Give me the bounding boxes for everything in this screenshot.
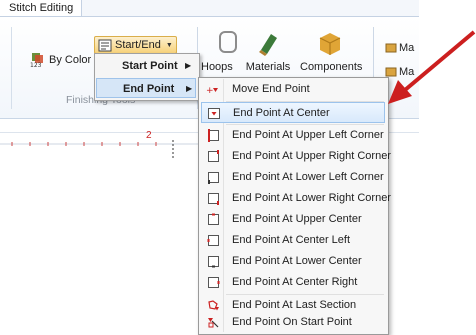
menu-item-label: End Point At Upper Left Corner: [232, 129, 384, 141]
menu-item-label: Move End Point: [232, 83, 310, 95]
menu-item-label: End Point At Lower Left Corner: [232, 171, 384, 183]
start-end-icon: [98, 39, 112, 51]
ruler-mark: 2: [146, 130, 152, 141]
center-left-icon: [207, 235, 219, 246]
center-icon: [208, 108, 220, 119]
end-point-dropdown: + Move End Point End Point At Center End…: [198, 77, 391, 335]
by-color-icon: 123: [30, 53, 43, 68]
lower-center-icon: [208, 256, 219, 268]
upper-center-icon: [208, 213, 219, 225]
menu-item-label: End Point At Center Right: [232, 276, 358, 288]
svg-text:+: +: [206, 86, 214, 96]
menu-item-end-point-at-center-left[interactable]: End Point At Center Left: [201, 230, 385, 251]
menu-item-label: End Point At Lower Right Corner: [232, 192, 391, 204]
menu-item-end-point-at-center[interactable]: End Point At Center: [201, 102, 385, 123]
components-label: Components: [300, 61, 363, 73]
menu-item-label: End Point At Center Left: [232, 234, 351, 246]
menu-item-end-point-at-lower-right-corner[interactable]: End Point At Lower Right Corner: [201, 188, 391, 209]
menu-item-end-point-at-upper-right-corner[interactable]: End Point At Upper Right Corner: [201, 146, 391, 167]
materials-label: Materials: [245, 61, 291, 73]
tab-stitch-editing[interactable]: Stitch Editing: [0, 0, 83, 16]
upper-right-icon: [208, 150, 219, 162]
center-right-icon: [208, 277, 220, 288]
menu-item-end-point-on-start-point[interactable]: End Point On Start Point: [201, 312, 385, 333]
red-arrow-icon: [388, 30, 476, 104]
menu-item-end-point-label: End Point: [123, 83, 175, 95]
menu-item-end-point-at-lower-left-corner[interactable]: End Point At Lower Left Corner: [201, 167, 385, 188]
upper-left-icon: [208, 129, 219, 142]
by-color-label: By Color: [49, 54, 92, 66]
materials-icon: [259, 34, 277, 56]
move-end-point-icon: +: [206, 86, 218, 96]
ribbon-tab-strip: Stitch Editing: [0, 0, 419, 17]
start-end-button[interactable]: Start/End ▼: [94, 36, 177, 54]
menu-item-start-point-label: Start Point: [122, 60, 178, 72]
menu-item-end-point-at-upper-center[interactable]: End Point At Upper Center: [201, 209, 385, 230]
by-color-button[interactable]: 123 By Color: [30, 52, 91, 68]
lower-right-icon: [208, 193, 219, 205]
last-section-icon: [208, 300, 219, 311]
chevron-down-icon: ▼: [165, 41, 173, 49]
menu-item-label: End Point At Upper Right Corner: [232, 150, 391, 162]
menu-item-label: End Point At Lower Center: [232, 255, 362, 267]
components-button[interactable]: Components: [300, 28, 363, 73]
start-end-label: Start/End: [115, 39, 161, 51]
materials-button[interactable]: Materials: [238, 28, 298, 73]
menu-item-label: End Point At Center: [233, 107, 330, 119]
menu-item-end-point-at-center-right[interactable]: End Point At Center Right: [201, 272, 385, 293]
menu-item-start-point[interactable]: Start Point ▶: [96, 56, 196, 76]
svg-text:123: 123: [30, 62, 42, 68]
components-icon: [319, 33, 341, 55]
lower-left-icon: [208, 172, 219, 184]
menu-item-end-point-at-upper-left-corner[interactable]: End Point At Upper Left Corner: [201, 125, 385, 146]
chevron-right-icon: ▶: [185, 61, 192, 70]
menu-item-end-point[interactable]: End Point ▶: [96, 78, 196, 98]
menu-item-label: End Point At Upper Center: [232, 213, 362, 225]
start-end-submenu: Start Point ▶ End Point ▶: [94, 53, 200, 101]
menu-item-end-point-at-lower-center[interactable]: End Point At Lower Center: [201, 251, 385, 272]
on-start-point-icon: [208, 318, 219, 328]
ribbon-divider: [11, 27, 12, 109]
menu-item-label: End Point On Start Point: [232, 316, 352, 328]
ruler: [0, 140, 200, 160]
menu-item-label: End Point At Last Section: [232, 299, 357, 311]
menu-item-move-end-point[interactable]: + Move End Point: [201, 79, 385, 100]
chevron-right-icon: ▶: [186, 84, 193, 93]
